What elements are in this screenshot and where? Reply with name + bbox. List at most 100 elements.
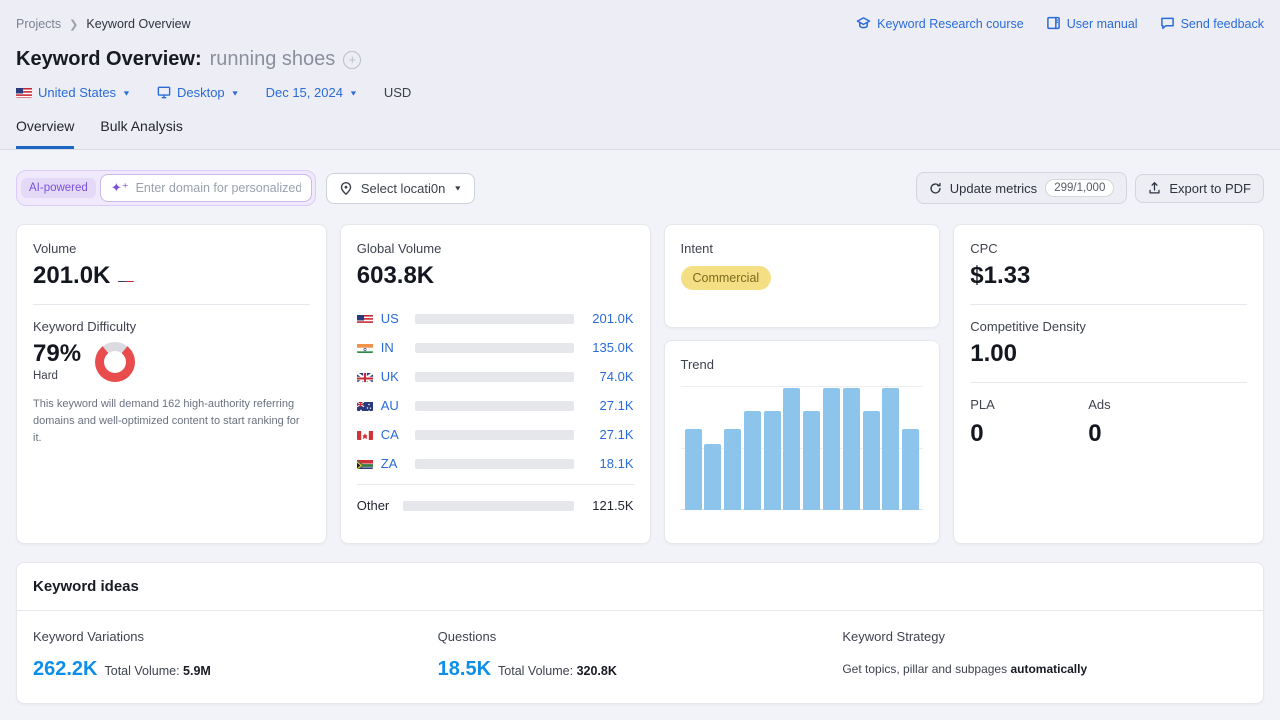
location-select[interactable]: Select locati0n ▼	[326, 173, 475, 204]
keyword-difficulty-note: This keyword will demand 162 high-author…	[33, 396, 310, 447]
global-volume-value: 603.8K	[357, 262, 634, 290]
trend-bar-1	[685, 429, 702, 510]
country-code[interactable]: AU	[381, 398, 407, 413]
header-links: Keyword Research course User manual Send f…	[856, 16, 1264, 33]
chevron-down-icon: ▼	[349, 89, 358, 97]
sparkles-icon: ✦⁺	[111, 180, 129, 196]
graduation-cap-icon	[856, 16, 871, 33]
difficulty-donut-chart	[95, 342, 135, 382]
ai-powered-badge: AI-powered	[21, 178, 96, 198]
other-label: Other	[357, 498, 395, 513]
volume-bar	[415, 314, 574, 324]
ai-domain-group: AI-powered ✦⁺	[16, 170, 316, 206]
country-row-other: Other 121.5K	[357, 491, 634, 520]
za-flag-icon	[357, 458, 373, 469]
country-row-za: ZA18.1K	[357, 449, 634, 478]
page-title: Keyword Overview:	[16, 48, 202, 71]
intent-badge[interactable]: Commercial	[681, 266, 772, 290]
trend-bar-4	[744, 411, 761, 510]
keyword-ideas-title: Keyword ideas	[17, 563, 1263, 611]
tab-bulk-analysis[interactable]: Bulk Analysis	[100, 118, 182, 149]
pla-label: PLA	[970, 397, 1088, 412]
volume-bar	[415, 430, 574, 440]
currency-label: USD	[384, 85, 411, 100]
device-filter-label: Desktop	[177, 85, 225, 100]
ca-flag-icon	[357, 429, 373, 440]
update-metrics-label: Update metrics	[950, 181, 1037, 196]
device-filter[interactable]: Desktop ▼	[157, 85, 240, 100]
date-filter[interactable]: Dec 15, 2024 ▼	[266, 85, 358, 100]
country-code[interactable]: UK	[381, 369, 407, 384]
intent-card: Intent Commercial	[664, 224, 941, 328]
questions-total-value: 320.8K	[577, 664, 617, 678]
chat-icon	[1160, 16, 1175, 33]
chevron-down-icon: ▼	[453, 184, 462, 192]
domain-input[interactable]	[136, 181, 301, 195]
country-volume: 74.0K	[582, 369, 634, 384]
breadcrumb: Projects ❯ Keyword Overview	[16, 17, 191, 31]
country-volume-list: US201.0KIN135.0KUK74.0KAU27.1KCA27.1KZA1…	[357, 304, 634, 520]
other-volume: 121.5K	[582, 498, 634, 513]
send-feedback-link[interactable]: Send feedback	[1160, 16, 1264, 33]
volume-bar	[415, 401, 574, 411]
country-code[interactable]: IN	[381, 340, 407, 355]
keyword-difficulty-label: Keyword Difficulty	[33, 319, 310, 334]
country-filter[interactable]: United States ▼	[16, 85, 131, 100]
date-filter-label: Dec 15, 2024	[266, 85, 343, 100]
country-row-uk: UK 74.0K	[357, 362, 634, 391]
global-volume-card: Global Volume 603.8K US201.0KIN135.0KUK7…	[340, 224, 651, 544]
tabs: Overview Bulk Analysis	[16, 118, 1264, 149]
trend-bar-6	[783, 388, 800, 510]
keyword-variations-count[interactable]: 262.2K	[33, 658, 98, 681]
export-pdf-button[interactable]: Export to PDF	[1135, 174, 1264, 203]
trend-bar-3	[724, 429, 741, 510]
domain-input-wrap: ✦⁺	[100, 174, 312, 202]
au-flag-icon	[357, 400, 373, 411]
country-volume: 135.0K	[582, 340, 634, 355]
user-manual-link[interactable]: User manual	[1046, 16, 1138, 33]
trend-bar-7	[803, 411, 820, 510]
ads-label: Ads	[1088, 397, 1206, 412]
country-row-au: AU27.1K	[357, 391, 634, 420]
country-code[interactable]: CA	[381, 427, 407, 442]
add-keyword-icon[interactable]: +	[343, 51, 361, 69]
keyword-ideas-card: Keyword ideas Keyword Variations 262.2K …	[16, 562, 1264, 704]
cpc-card: CPC $1.33 Competitive Density 1.00 PLA 0…	[953, 224, 1264, 544]
tab-overview[interactable]: Overview	[16, 118, 74, 149]
trend-label: Trend	[681, 357, 924, 372]
strategy-text-bold: automatically	[1010, 662, 1087, 676]
questions-count[interactable]: 18.5K	[438, 658, 491, 681]
trend-bar-11	[882, 388, 899, 510]
update-metrics-button[interactable]: Update metrics 299/1,000	[916, 172, 1128, 204]
uk-flag-icon	[357, 371, 373, 382]
questions-total-label: Total Volume:	[498, 664, 573, 678]
trend-bar-12	[902, 429, 919, 510]
volume-bar	[403, 501, 574, 511]
keyword-research-course-link[interactable]: Keyword Research course	[856, 16, 1024, 33]
main-content: AI-powered ✦⁺ Select locati0n ▼ Update m…	[0, 150, 1280, 720]
global-volume-label: Global Volume	[357, 241, 634, 256]
us-flag-icon	[118, 271, 134, 282]
country-code[interactable]: US	[381, 311, 407, 326]
keyword-difficulty-value: 79%	[33, 340, 81, 368]
location-pin-icon	[339, 181, 353, 196]
country-row-ca: CA 27.1K	[357, 420, 634, 449]
trend-card: Trend	[664, 340, 941, 544]
trend-chart	[681, 386, 924, 510]
us-flag-icon	[16, 87, 32, 98]
country-volume: 27.1K	[582, 427, 634, 442]
keyword-strategy-section: Keyword Strategy Get topics, pillar and …	[842, 629, 1247, 681]
breadcrumb-projects[interactable]: Projects	[16, 17, 61, 31]
page-title-keyword: running shoes	[210, 48, 336, 71]
trend-bar-9	[843, 388, 860, 510]
volume-value: 201.0K	[33, 262, 110, 290]
trend-bar-10	[863, 411, 880, 510]
intent-label: Intent	[681, 241, 924, 256]
variations-total-value: 5.9M	[183, 664, 211, 678]
competitive-density-value: 1.00	[970, 340, 1247, 368]
country-code[interactable]: ZA	[381, 456, 407, 471]
volume-card: Volume 201.0K Keyword Difficulty 79% Har…	[16, 224, 327, 544]
trend-bar-2	[704, 444, 721, 510]
trend-bar-5	[764, 411, 781, 510]
competitive-density-label: Competitive Density	[970, 319, 1247, 334]
